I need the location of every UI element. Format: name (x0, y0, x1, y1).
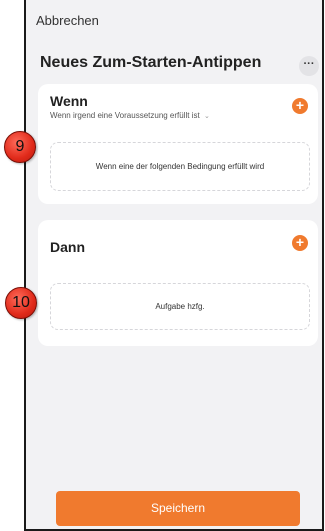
then-card: Dann + Aufgabe hzfg. (38, 220, 318, 346)
save-button[interactable]: Speichern (56, 491, 300, 526)
add-condition-button[interactable]: + (292, 98, 308, 114)
condition-mode-label: Wenn irgend eine Voraussetzung erfüllt i… (50, 111, 200, 120)
task-placeholder[interactable]: Aufgabe hzfg. (50, 283, 310, 330)
more-options-icon[interactable]: ··· (299, 56, 319, 76)
then-card-title: Dann (50, 239, 85, 255)
condition-placeholder[interactable]: Wenn eine der folgenden Bedingung erfüll… (50, 142, 310, 191)
condition-placeholder-text: Wenn eine der folgenden Bedingung erfüll… (95, 162, 265, 171)
page-title: Neues Zum-Starten-Antippen (40, 54, 262, 71)
task-placeholder-text: Aufgabe hzfg. (155, 302, 205, 311)
add-task-button[interactable]: + (292, 235, 308, 251)
annotation-marker-9: 9 (4, 131, 36, 163)
phone-screen: Abbrechen Neues Zum-Starten-Antippen ···… (24, 0, 324, 531)
chevron-down-icon: ⌄ (203, 113, 210, 120)
if-card-title: Wenn (50, 93, 88, 109)
annotation-marker-10: 10 (5, 287, 37, 319)
condition-mode-selector[interactable]: Wenn irgend eine Voraussetzung erfüllt i… (50, 111, 210, 120)
if-card: Wenn Wenn irgend eine Voraussetzung erfü… (38, 84, 318, 204)
cancel-button[interactable]: Abbrechen (36, 13, 99, 28)
